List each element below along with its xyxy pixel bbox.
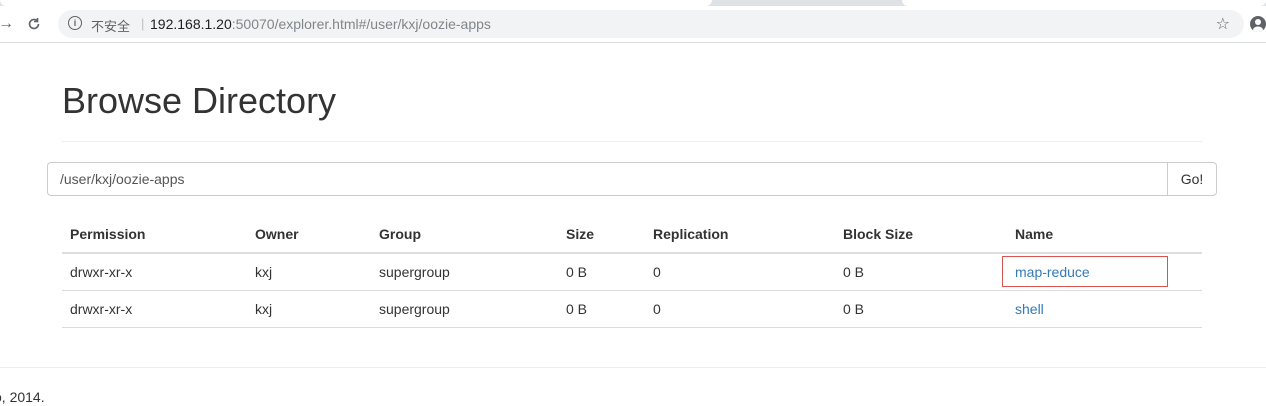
profile-avatar-icon[interactable] xyxy=(1250,16,1266,32)
directory-path-input[interactable] xyxy=(47,162,1167,196)
column-header-owner[interactable]: Owner xyxy=(247,214,371,254)
bookmark-star-icon[interactable]: ☆ xyxy=(1216,14,1230,34)
directory-link-shell[interactable]: shell xyxy=(1015,301,1044,317)
url-path: :50070/explorer.html#/user/kxj/oozie-app… xyxy=(231,16,491,32)
column-header-permission[interactable]: Permission xyxy=(62,214,247,254)
cell-owner: kxj xyxy=(247,253,371,291)
highlight-wrapper: map-reduce xyxy=(1002,256,1168,287)
info-icon[interactable]: i xyxy=(68,16,82,30)
cell-permission: drwxr-xr-x xyxy=(62,253,247,291)
directory-link-map-reduce[interactable]: map-reduce xyxy=(1015,264,1090,280)
separator: | xyxy=(141,16,145,31)
url-host: 192.168.1.20 xyxy=(150,16,232,32)
footer-copyright: o, 2014. xyxy=(0,389,45,405)
cell-replication: 0 xyxy=(645,290,835,328)
footer-divider xyxy=(0,367,1266,368)
cell-owner: kxj xyxy=(247,290,371,328)
cell-block-size: 0 B xyxy=(835,290,1007,328)
cell-name: shell xyxy=(1007,290,1202,328)
cell-size: 0 B xyxy=(558,290,645,328)
reload-icon[interactable] xyxy=(22,12,46,36)
cell-group: supergroup xyxy=(371,290,558,328)
cell-group: supergroup xyxy=(371,253,558,291)
forward-icon[interactable]: → xyxy=(0,12,18,36)
table-row: drwxr-xr-x kxj supergroup 0 B 0 0 B shel… xyxy=(62,290,1202,328)
column-header-group[interactable]: Group xyxy=(371,214,558,254)
cell-name: map-reduce xyxy=(1002,253,1202,291)
security-label[interactable]: 不安全 xyxy=(91,16,130,35)
cell-permission: drwxr-xr-x xyxy=(62,290,247,328)
cell-block-size: 0 B xyxy=(835,253,1007,291)
url-text[interactable]: 192.168.1.20:50070/explorer.html#/user/k… xyxy=(150,16,491,32)
directory-table: Permission Owner Group Size Replication … xyxy=(62,214,1202,328)
title-divider xyxy=(62,141,1202,142)
column-header-name[interactable]: Name xyxy=(1007,214,1202,254)
column-header-block-size[interactable]: Block Size xyxy=(835,214,1007,254)
go-button[interactable]: Go! xyxy=(1167,162,1217,196)
table-header-row: Permission Owner Group Size Replication … xyxy=(62,214,1202,254)
browser-toolbar: → i 不安全 | 192.168.1.20:50070/explorer.ht… xyxy=(0,6,1266,43)
cell-replication: 0 xyxy=(645,253,835,291)
page-title: Browse Directory xyxy=(62,80,337,121)
column-header-replication[interactable]: Replication xyxy=(645,214,835,254)
table-row: drwxr-xr-x kxj supergroup 0 B 0 0 B map-… xyxy=(62,253,1202,291)
cell-size: 0 B xyxy=(558,253,645,291)
path-input-group: Go! xyxy=(47,162,1217,196)
address-bar[interactable]: i 不安全 | 192.168.1.20:50070/explorer.html… xyxy=(58,10,1244,38)
column-header-size[interactable]: Size xyxy=(558,214,645,254)
